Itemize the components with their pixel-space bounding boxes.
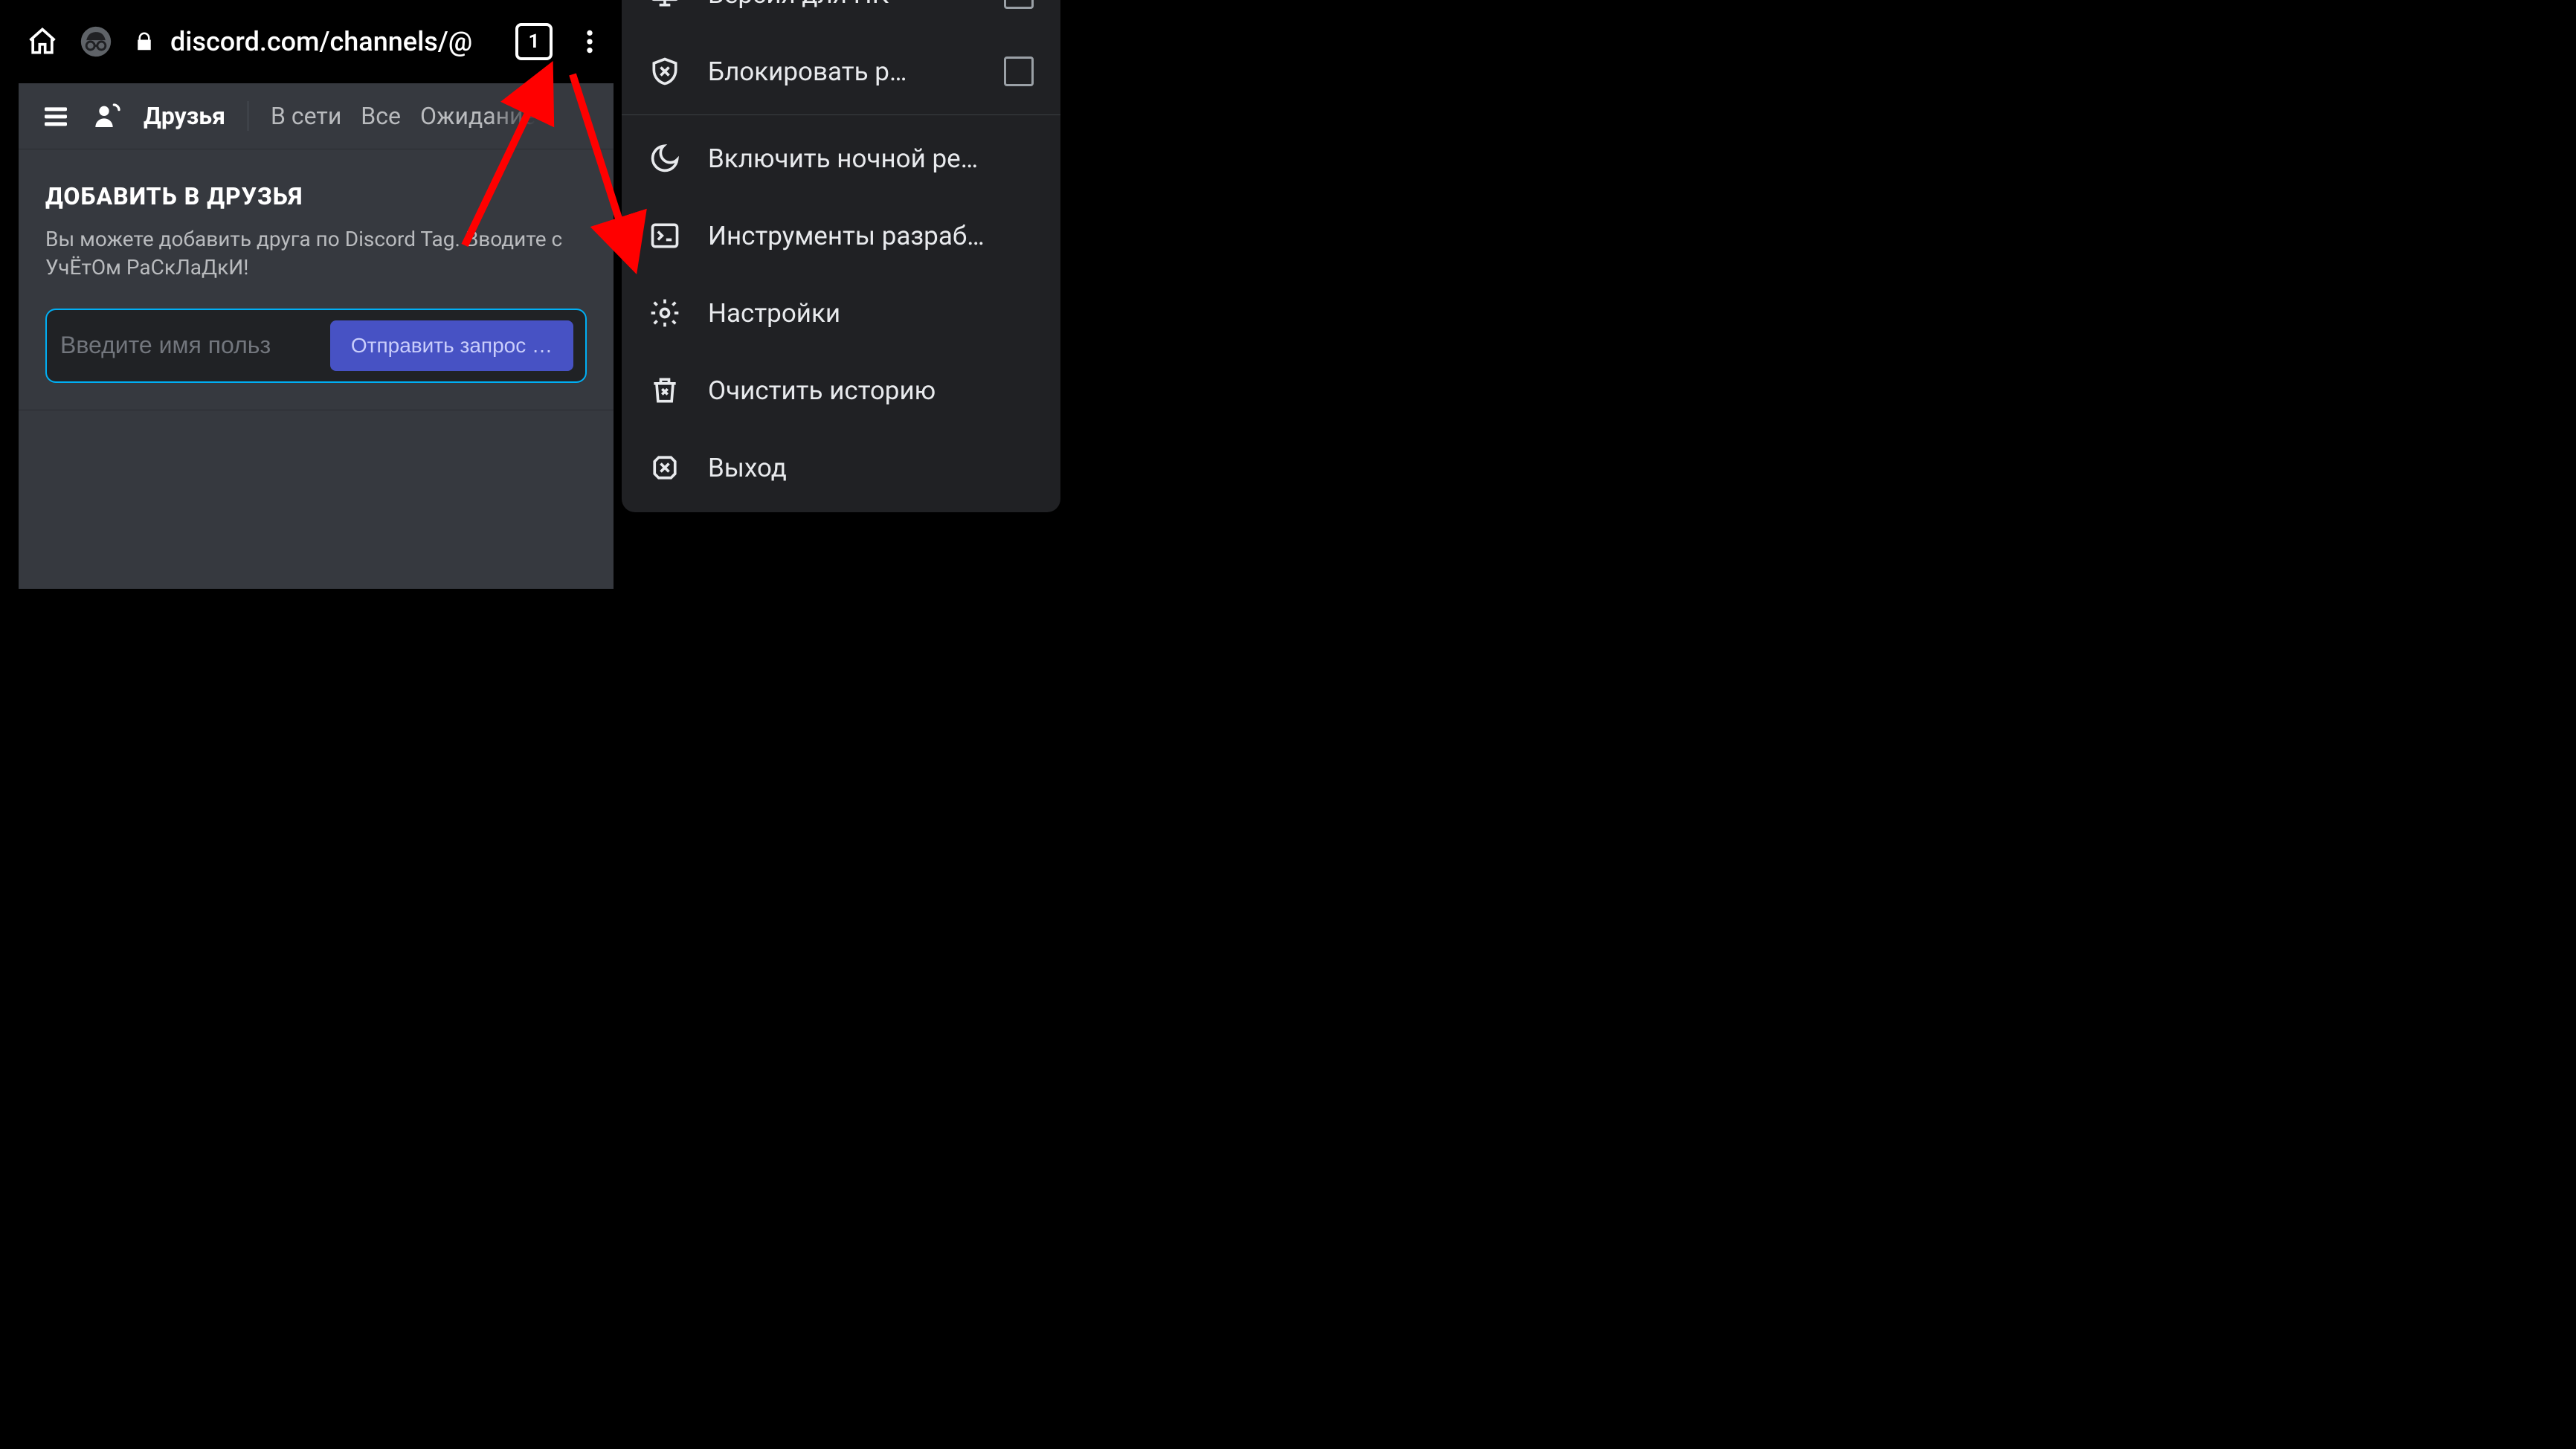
- browser-toolbar: discord.com/channels/@ 1: [19, 0, 614, 83]
- discord-header: Друзья В сети Все Ожидание: [19, 83, 614, 149]
- exit-icon: [648, 451, 681, 484]
- home-icon[interactable]: [26, 25, 59, 58]
- menu-item-desktop-site[interactable]: Версия для ПК: [622, 0, 1060, 33]
- friends-title: Друзья: [144, 102, 225, 130]
- add-friend-title: ДОБАВИТЬ В ДРУЗЬЯ: [45, 182, 587, 210]
- shield-x-icon: [648, 55, 681, 88]
- add-friend-description: Вы можете добавить друга по Discord Tag.…: [45, 225, 587, 282]
- tab-switcher[interactable]: 1: [515, 23, 553, 60]
- phone-screenshot: discord.com/channels/@ 1 Друзья В сети В…: [19, 0, 614, 589]
- menu-item-exit[interactable]: Выход: [622, 429, 1060, 506]
- gear-icon: [648, 297, 681, 329]
- tab-online[interactable]: В сети: [271, 102, 341, 130]
- trash-icon: [648, 374, 681, 407]
- block-ads-checkbox[interactable]: [1004, 57, 1034, 86]
- address-bar[interactable]: discord.com/channels/@: [133, 26, 495, 57]
- monitor-icon: [648, 0, 681, 10]
- kebab-menu-icon[interactable]: [573, 25, 606, 58]
- menu-item-dev-tools[interactable]: Инструменты разраб…: [622, 197, 1060, 274]
- discord-app: Друзья В сети Все Ожидание ДОБАВИТЬ В ДР…: [19, 83, 614, 589]
- chrome-overflow-menu: Версия для ПК Блокировать р… Включить но…: [622, 0, 1060, 512]
- discord-empty-area: [19, 410, 614, 589]
- menu-item-night-mode[interactable]: Включить ночной ре…: [622, 120, 1060, 197]
- add-friend-inputbox: Отправить запрос …: [45, 309, 587, 383]
- add-friend-section: ДОБАВИТЬ В ДРУЗЬЯ Вы можете добавить дру…: [19, 149, 614, 410]
- lock-icon: [133, 30, 155, 53]
- incognito-icon[interactable]: [80, 25, 112, 58]
- tab-all[interactable]: Все: [361, 102, 401, 130]
- friend-tag-input[interactable]: [59, 331, 317, 360]
- moon-icon: [648, 142, 681, 175]
- menu-item-block-ads[interactable]: Блокировать р…: [622, 33, 1060, 110]
- desktop-site-checkbox[interactable]: [1004, 0, 1034, 9]
- menu-item-settings[interactable]: Настройки: [622, 274, 1060, 352]
- send-request-button[interactable]: Отправить запрос …: [330, 320, 573, 371]
- tab-pending[interactable]: Ожидание: [420, 102, 536, 130]
- menu-item-clear-history[interactable]: Очистить историю: [622, 352, 1060, 429]
- hamburger-icon[interactable]: [39, 100, 72, 132]
- menu-separator: [622, 114, 1060, 115]
- friends-wave-icon: [91, 100, 124, 132]
- url-text: discord.com/channels/@: [170, 26, 472, 57]
- terminal-icon: [648, 219, 681, 252]
